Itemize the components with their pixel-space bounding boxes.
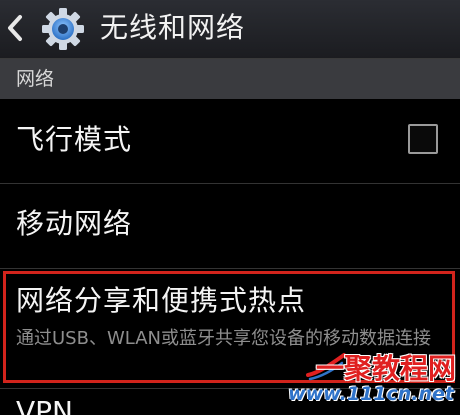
airplane-mode-label: 飞行模式 (16, 123, 133, 156)
section-header-label: 网络 (16, 68, 55, 90)
action-bar: 无线和网络 (0, 0, 460, 59)
chevron-left-icon[interactable] (6, 14, 24, 42)
vpn-label: VPN (16, 395, 73, 415)
mobile-network-row[interactable]: 移动网络 (0, 184, 460, 268)
airplane-mode-checkbox[interactable] (408, 124, 438, 154)
tethering-hotspot-row[interactable]: 网络分享和便携式热点 通过USB、WLAN或蓝牙共享您设备的移动数据连接 (0, 269, 460, 385)
airplane-mode-row[interactable]: 飞行模式 (0, 100, 460, 182)
tethering-hotspot-label: 网络分享和便携式热点 (16, 284, 307, 317)
gear-icon (42, 8, 84, 50)
mobile-network-label: 移动网络 (16, 207, 133, 240)
tethering-hotspot-subtitle: 通过USB、WLAN或蓝牙共享您设备的移动数据连接 (16, 328, 431, 349)
section-header: 网络 (0, 59, 460, 99)
page-title: 无线和网络 (100, 11, 246, 44)
settings-screen: 无线和网络 网络 飞行模式 移动网络 网络分享和便携式热点 通过USB、WLAN… (0, 0, 460, 415)
